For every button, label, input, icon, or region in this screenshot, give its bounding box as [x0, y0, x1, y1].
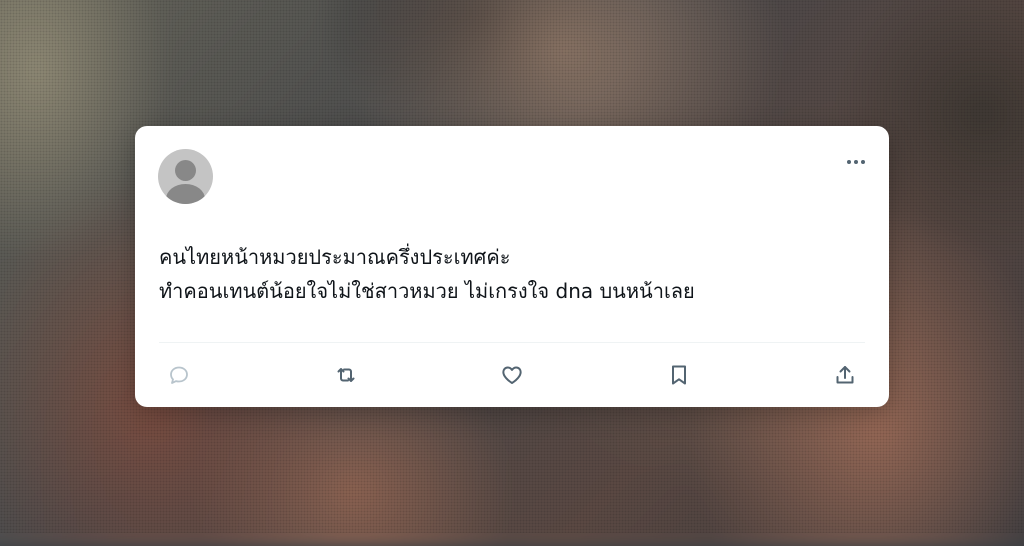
- reply-icon: [170, 366, 188, 384]
- post-text-line: ทำคอนเทนต์น้อยใจไม่ใช่สาวหมวย ไม่เกรงใจ …: [159, 279, 695, 303]
- reply-button[interactable]: [164, 360, 194, 390]
- like-button[interactable]: [497, 360, 527, 390]
- heart-icon: [502, 366, 522, 384]
- share-icon: [836, 366, 854, 384]
- avatar-body-shape: [166, 184, 205, 204]
- post-text: คนไทยหน้าหมวยประมาณครึ่งประเทศค่ะ ทำคอนเ…: [159, 240, 859, 308]
- divider: [159, 342, 865, 343]
- share-button[interactable]: [830, 360, 860, 390]
- more-dot-icon: [854, 160, 858, 164]
- more-options-button[interactable]: [847, 160, 865, 164]
- bookmark-button[interactable]: [664, 360, 694, 390]
- repost-icon: [337, 368, 355, 382]
- avatar[interactable]: [158, 149, 213, 204]
- post-text-line: คนไทยหน้าหมวยประมาณครึ่งประเทศค่ะ: [159, 245, 511, 269]
- bookmark-icon: [672, 365, 686, 385]
- more-dot-icon: [861, 160, 865, 164]
- avatar-head-shape: [175, 160, 196, 181]
- action-bar: [159, 360, 865, 390]
- repost-button[interactable]: [331, 360, 361, 390]
- post-card: คนไทยหน้าหมวยประมาณครึ่งประเทศค่ะ ทำคอนเ…: [135, 126, 889, 407]
- more-dot-icon: [847, 160, 851, 164]
